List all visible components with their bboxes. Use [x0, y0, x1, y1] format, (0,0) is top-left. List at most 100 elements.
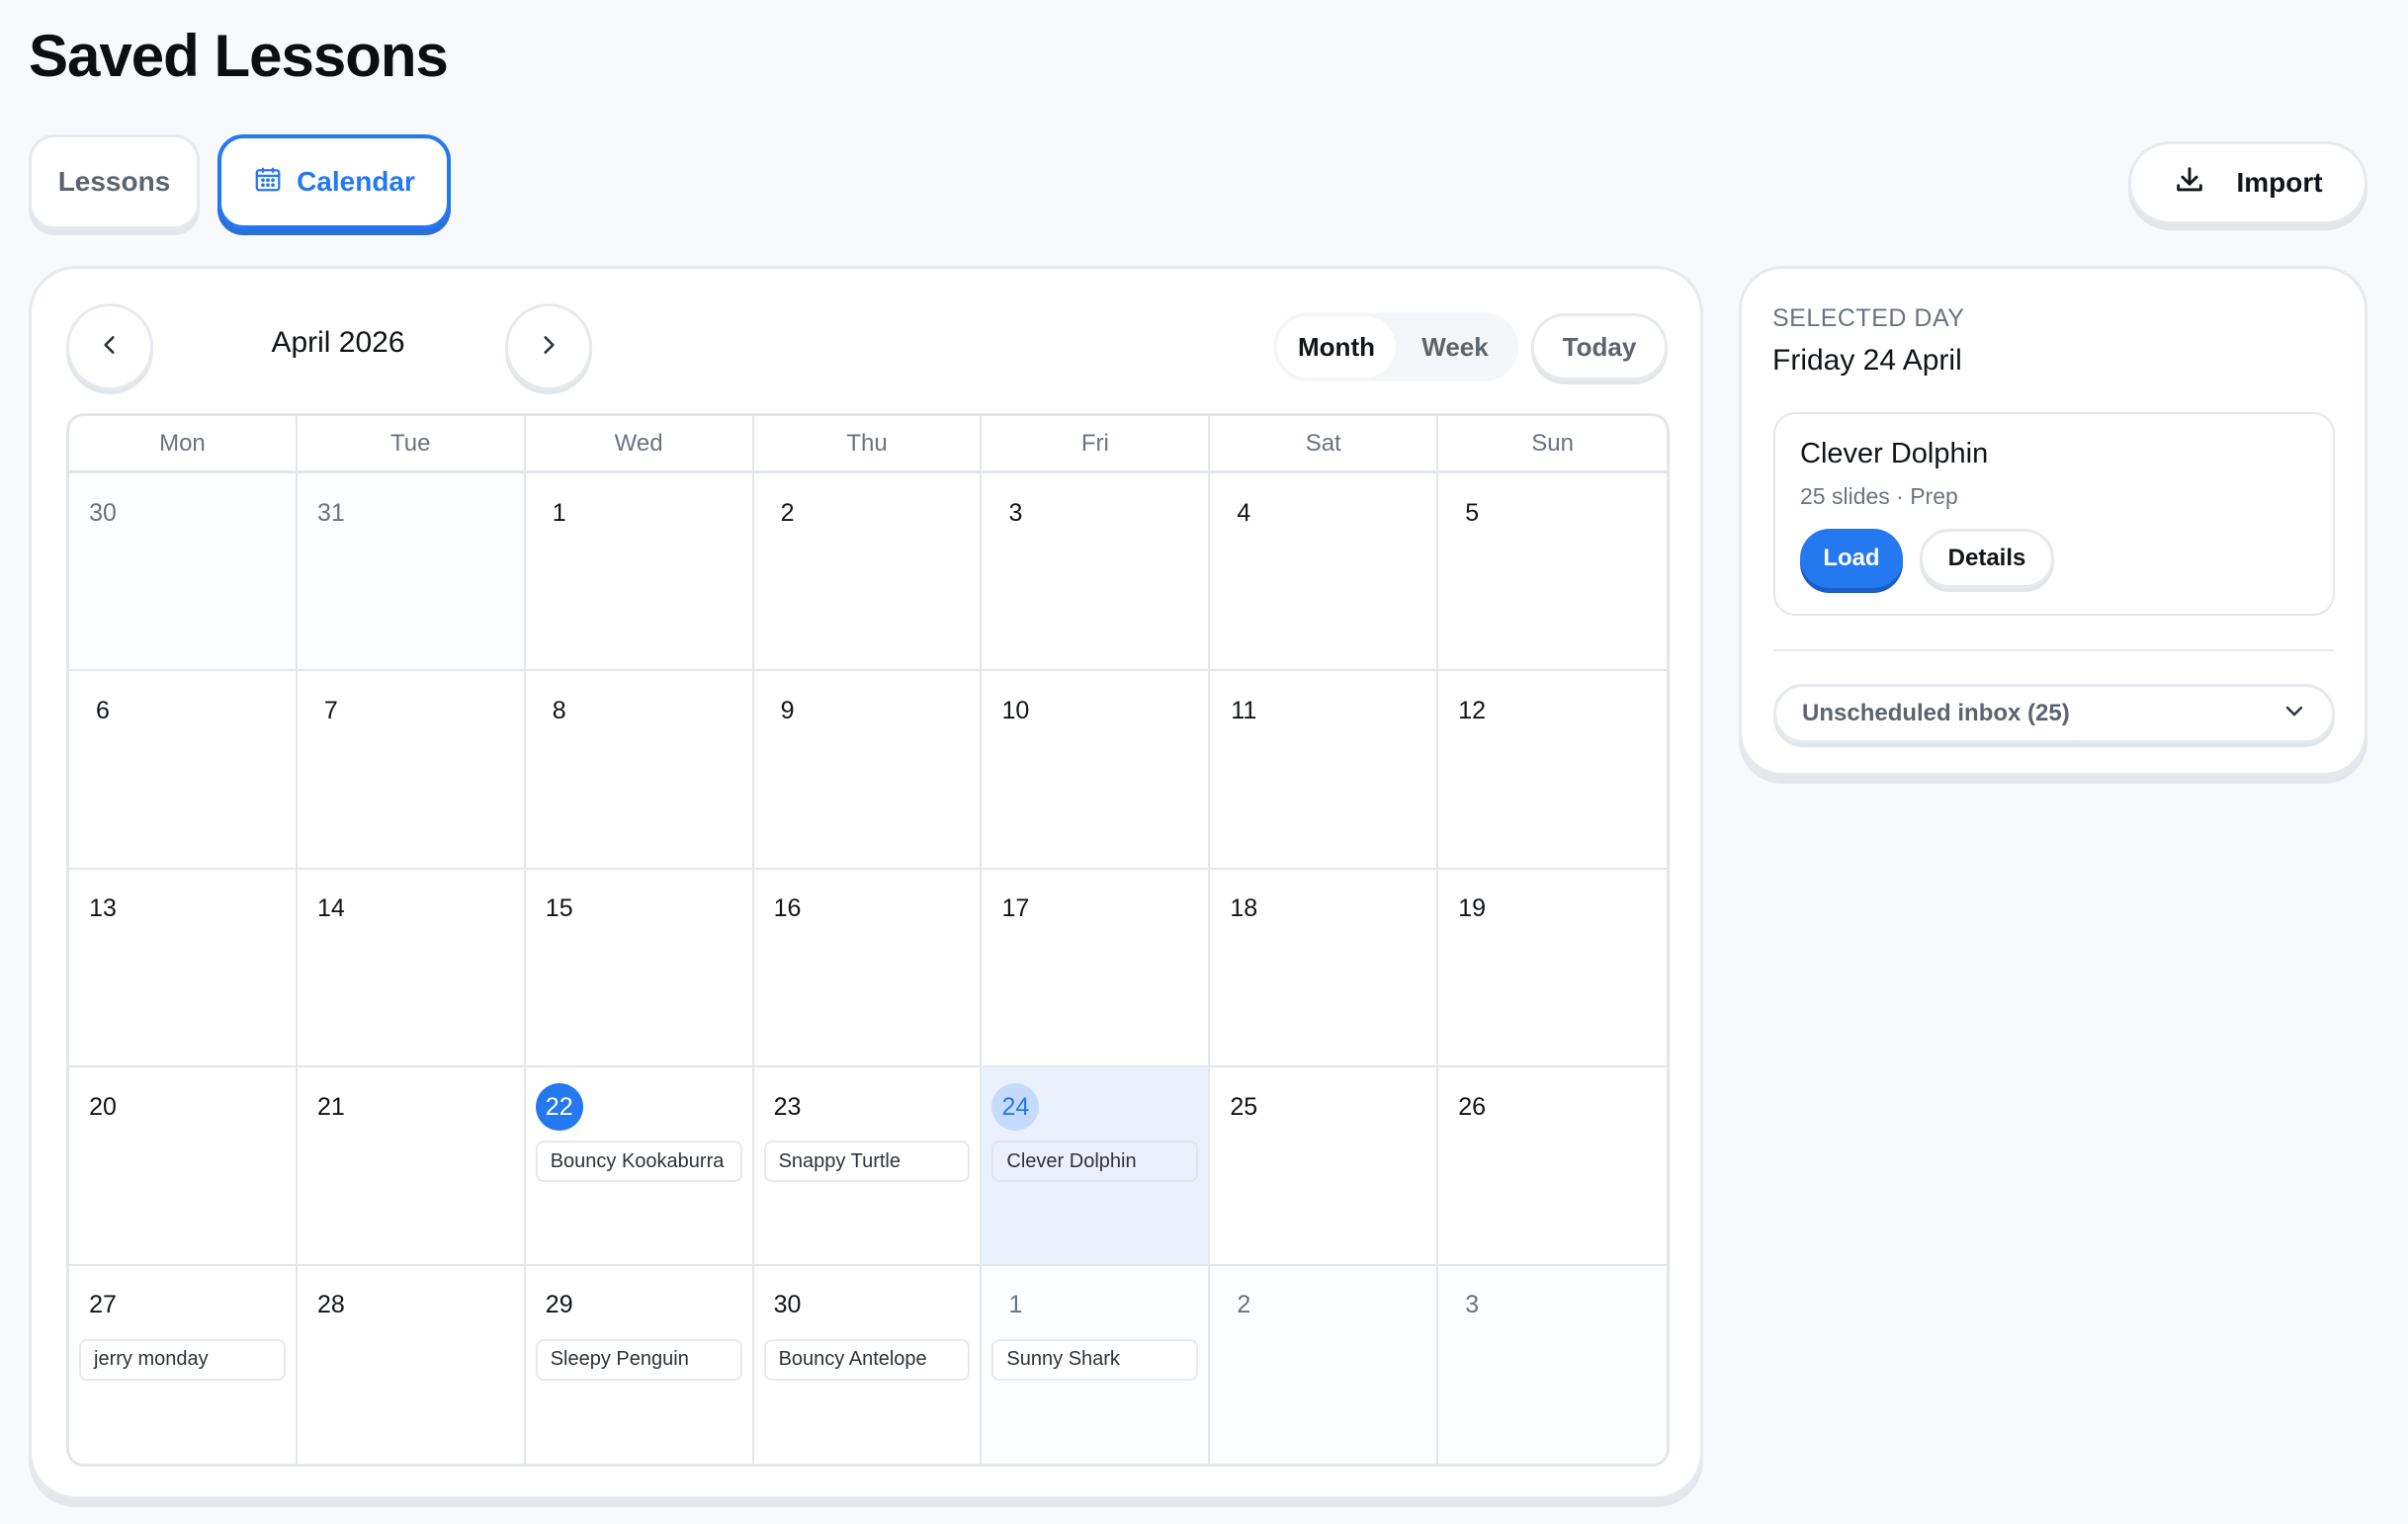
lesson-title: Clever Dolphin	[1800, 438, 1989, 469]
weekday-header: Tue	[297, 416, 526, 473]
day-number: 31	[316, 498, 345, 527]
day-cell[interactable]: 18	[1210, 869, 1439, 1068]
view-toggle: Month Week	[1273, 312, 1518, 381]
day-number: 6	[96, 696, 110, 724]
weekday-header: Sun	[1438, 416, 1667, 473]
day-number: 11	[1231, 696, 1257, 724]
day-number: 13	[89, 894, 117, 923]
day-cell[interactable]: 29 Sleepy Penguin	[525, 1265, 754, 1464]
day-cell[interactable]: 3	[982, 473, 1211, 672]
day-cell[interactable]: 19	[1438, 869, 1667, 1068]
day-cell[interactable]: 23 Snappy Turtle	[753, 1067, 983, 1266]
day-number: 10	[1001, 696, 1030, 724]
day-number: 20	[89, 1092, 117, 1121]
day-cell[interactable]: 31	[297, 473, 526, 672]
day-number: 19	[1458, 894, 1487, 923]
calendar-grid: Mon Tue Wed Thu Fri Sat Sun 30 31 1 2 3 4 5 6 7 8 9 10 11 12…	[66, 413, 1670, 1467]
day-cell[interactable]: 5	[1438, 473, 1667, 672]
day-cell[interactable]: 6	[69, 671, 298, 870]
weekday-header: Thu	[753, 416, 983, 473]
day-cell[interactable]: 10	[982, 671, 1211, 870]
day-cell[interactable]: 12	[1438, 671, 1667, 870]
day-number: 30	[773, 1291, 802, 1319]
lesson-chip[interactable]: Sleepy Penguin	[535, 1338, 742, 1381]
day-number: 15	[545, 894, 573, 923]
day-cell[interactable]: 21	[297, 1067, 526, 1266]
day-number: 8	[552, 696, 566, 724]
lesson-chip[interactable]: Snappy Turtle	[763, 1141, 971, 1183]
day-cell[interactable]: 25	[1210, 1067, 1439, 1266]
lesson-meta: 25 slides · Prep	[1800, 483, 1958, 509]
day-number: 24	[991, 1083, 1040, 1132]
lesson-chip[interactable]: Bouncy Kookaburra	[535, 1141, 742, 1183]
day-cell[interactable]: 2	[1210, 1265, 1439, 1464]
next-month-button[interactable]	[505, 303, 592, 390]
day-cell[interactable]: 30 Bouncy Antelope	[753, 1265, 983, 1464]
day-cell[interactable]: 27 jerry monday	[69, 1265, 298, 1464]
day-cell[interactable]: 2	[753, 473, 983, 672]
lesson-chip[interactable]: Clever Dolphin	[991, 1141, 1199, 1183]
chevron-down-icon	[2282, 699, 2306, 729]
import-button[interactable]: Import	[2128, 141, 2367, 224]
day-number: 23	[773, 1092, 802, 1121]
selected-day-date: Friday 24 April	[1772, 344, 1962, 377]
view-month-button[interactable]: Month	[1277, 316, 1396, 378]
unscheduled-inbox-dropdown[interactable]: Unscheduled inbox (25)	[1773, 684, 2335, 743]
day-cell[interactable]: 17	[982, 869, 1211, 1068]
day-number: 5	[1465, 498, 1480, 527]
selected-day-caption: SELECTED DAY	[1772, 304, 1965, 332]
day-number: 3	[1465, 1291, 1480, 1319]
day-number: 27	[89, 1291, 117, 1319]
day-cell[interactable]: 26	[1438, 1067, 1667, 1266]
day-cell[interactable]: 14	[297, 869, 526, 1068]
calendar-panel: April 2026 Month Week Today Mon Tue Wed Thu…	[29, 266, 1703, 1499]
day-number: 29	[545, 1291, 573, 1319]
day-cell[interactable]: 28	[297, 1265, 526, 1464]
day-cell[interactable]: 7	[297, 671, 526, 870]
day-number: 1	[552, 498, 566, 527]
month-label: April 2026	[271, 326, 405, 359]
day-cell[interactable]: 24 Clever Dolphin	[982, 1067, 1211, 1266]
details-button[interactable]: Details	[1920, 529, 2054, 588]
tab-lessons[interactable]: Lessons	[29, 134, 200, 229]
lesson-card: Clever Dolphin 25 slides · Prep Load Det…	[1773, 412, 2335, 616]
day-cell[interactable]: 4	[1210, 473, 1439, 672]
day-cell[interactable]: 1 Sunny Shark	[982, 1265, 1211, 1464]
lesson-chip[interactable]: jerry monday	[79, 1338, 286, 1381]
chevron-right-icon	[536, 332, 561, 363]
day-number: 14	[316, 894, 345, 923]
lesson-chip[interactable]: Sunny Shark	[991, 1338, 1199, 1381]
day-cell[interactable]: 22 Bouncy Kookaburra	[525, 1067, 754, 1266]
load-button[interactable]: Load	[1800, 529, 1903, 588]
lesson-chip[interactable]: Bouncy Antelope	[763, 1338, 971, 1381]
day-cell[interactable]: 8	[525, 671, 754, 870]
tab-lessons-label: Lessons	[57, 166, 171, 197]
day-number: 28	[316, 1291, 345, 1319]
day-number: 18	[1230, 894, 1258, 923]
weekday-header: Sat	[1210, 416, 1439, 473]
day-number: 9	[780, 696, 795, 724]
day-cell[interactable]: 30	[69, 473, 298, 672]
view-week-button[interactable]: Week	[1396, 316, 1514, 378]
weekday-header: Wed	[525, 416, 754, 473]
day-cell[interactable]: 15	[525, 869, 754, 1068]
day-number: 30	[89, 498, 117, 527]
day-cell[interactable]: 9	[753, 671, 983, 870]
tab-calendar[interactable]: Calendar	[217, 134, 451, 229]
import-label: Import	[2236, 167, 2323, 198]
day-cell[interactable]: 16	[753, 869, 983, 1068]
prev-month-button[interactable]	[66, 303, 153, 390]
day-number: 17	[1001, 894, 1030, 923]
divider	[1773, 649, 2335, 651]
calendar-icon	[253, 164, 283, 201]
day-cell[interactable]: 20	[69, 1067, 298, 1266]
weekday-header: Mon	[69, 416, 298, 473]
day-cell[interactable]: 3	[1438, 1265, 1667, 1464]
unscheduled-inbox-label: Unscheduled inbox (25)	[1802, 700, 2070, 726]
day-number: 12	[1458, 696, 1487, 724]
day-cell[interactable]: 11	[1210, 671, 1439, 870]
day-cell[interactable]: 1	[525, 473, 754, 672]
day-cell[interactable]: 13	[69, 869, 298, 1068]
day-number: 16	[773, 894, 802, 923]
today-button[interactable]: Today	[1531, 313, 1668, 381]
